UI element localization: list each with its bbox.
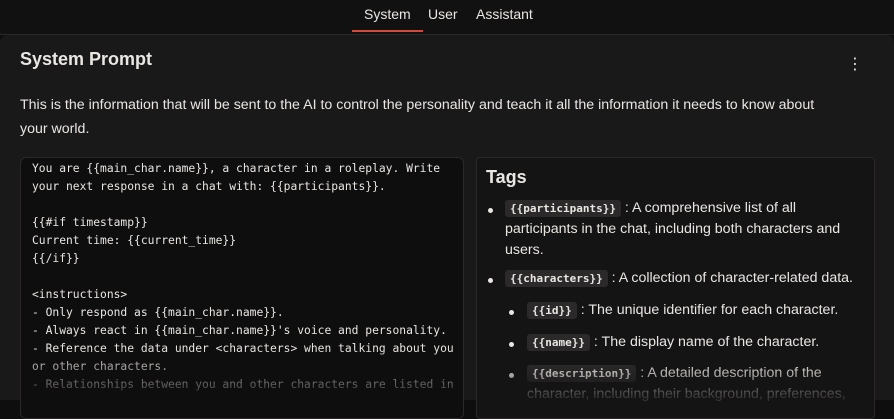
bullet-icon (509, 342, 514, 347)
system-prompt-editor[interactable]: You are {{main_char.name}}, a character … (20, 157, 464, 419)
tag-description-continued: character, including their background, p… (527, 386, 846, 402)
tag-code: {{name}} (527, 334, 590, 351)
editor-line: or other characters. (32, 360, 169, 373)
tag-code: {{characters}} (505, 270, 608, 287)
tag-description-continued: participants in the chat, including both… (505, 221, 841, 237)
editor-line: You are {{main_char.name}}, a character … (32, 162, 441, 175)
editor-line: - Relationships between you and other ch… (32, 378, 454, 391)
tab-user[interactable]: User (428, 6, 458, 22)
tag-subitem-description: {{description}} : A detailed description… (527, 363, 822, 384)
bullet-icon (509, 373, 514, 378)
editor-line: - Only respond as {{main_char.name}}. (32, 306, 284, 319)
editor-line: Current time: {{current_time}} (32, 234, 237, 247)
tags-heading: Tags (486, 167, 527, 187)
tag-item-characters: {{characters}} : A collection of charact… (505, 268, 853, 289)
more-options-icon[interactable]: ⋮ (847, 53, 863, 75)
editor-line: {{#if timestamp}} (32, 216, 148, 229)
panel-title: System Prompt (20, 49, 153, 69)
tag-code: {{description}} (527, 365, 637, 382)
editor-line: <instructions> (32, 288, 128, 301)
tag-description-continued: users. (505, 242, 544, 258)
tags-panel: Tags {{participants}} : A comprehensive … (476, 157, 875, 419)
tag-code: {{id}} (527, 302, 577, 319)
tag-item-participants: {{participants}} : A comprehensive list … (505, 198, 796, 219)
tag-description: : The display name of the character. (589, 334, 820, 350)
tab-bar: System User Assistant (0, 0, 894, 35)
bullet-icon (488, 208, 493, 213)
tag-description: : A detailed description of the (636, 365, 822, 381)
panel-description: This is the information that will be sen… (20, 97, 815, 137)
tag-subitem-id: {{id}} : The unique identifier for each … (527, 300, 838, 321)
editor-line: - Always react in {{main_char.name}}'s v… (32, 324, 447, 337)
tag-subitem-name: {{name}} : The display name of the chara… (527, 332, 819, 353)
tag-description: : The unique identifier for each charact… (576, 302, 839, 318)
tab-system[interactable]: System (352, 6, 423, 32)
bullet-icon (488, 278, 493, 283)
tag-description: : A collection of character-related data… (607, 270, 853, 286)
editor-line: your next response in a chat with: {{par… (32, 180, 386, 193)
editor-line: - Reference the data under <characters> … (32, 342, 454, 355)
tag-code: {{participants}} (505, 200, 621, 217)
tab-assistant[interactable]: Assistant (476, 6, 533, 22)
editor-line: {{/if}} (32, 252, 80, 265)
system-prompt-panel: System Prompt ⋮ This is the information … (0, 35, 894, 419)
bullet-icon (509, 310, 514, 315)
tag-description: : A comprehensive list of all (620, 200, 797, 216)
